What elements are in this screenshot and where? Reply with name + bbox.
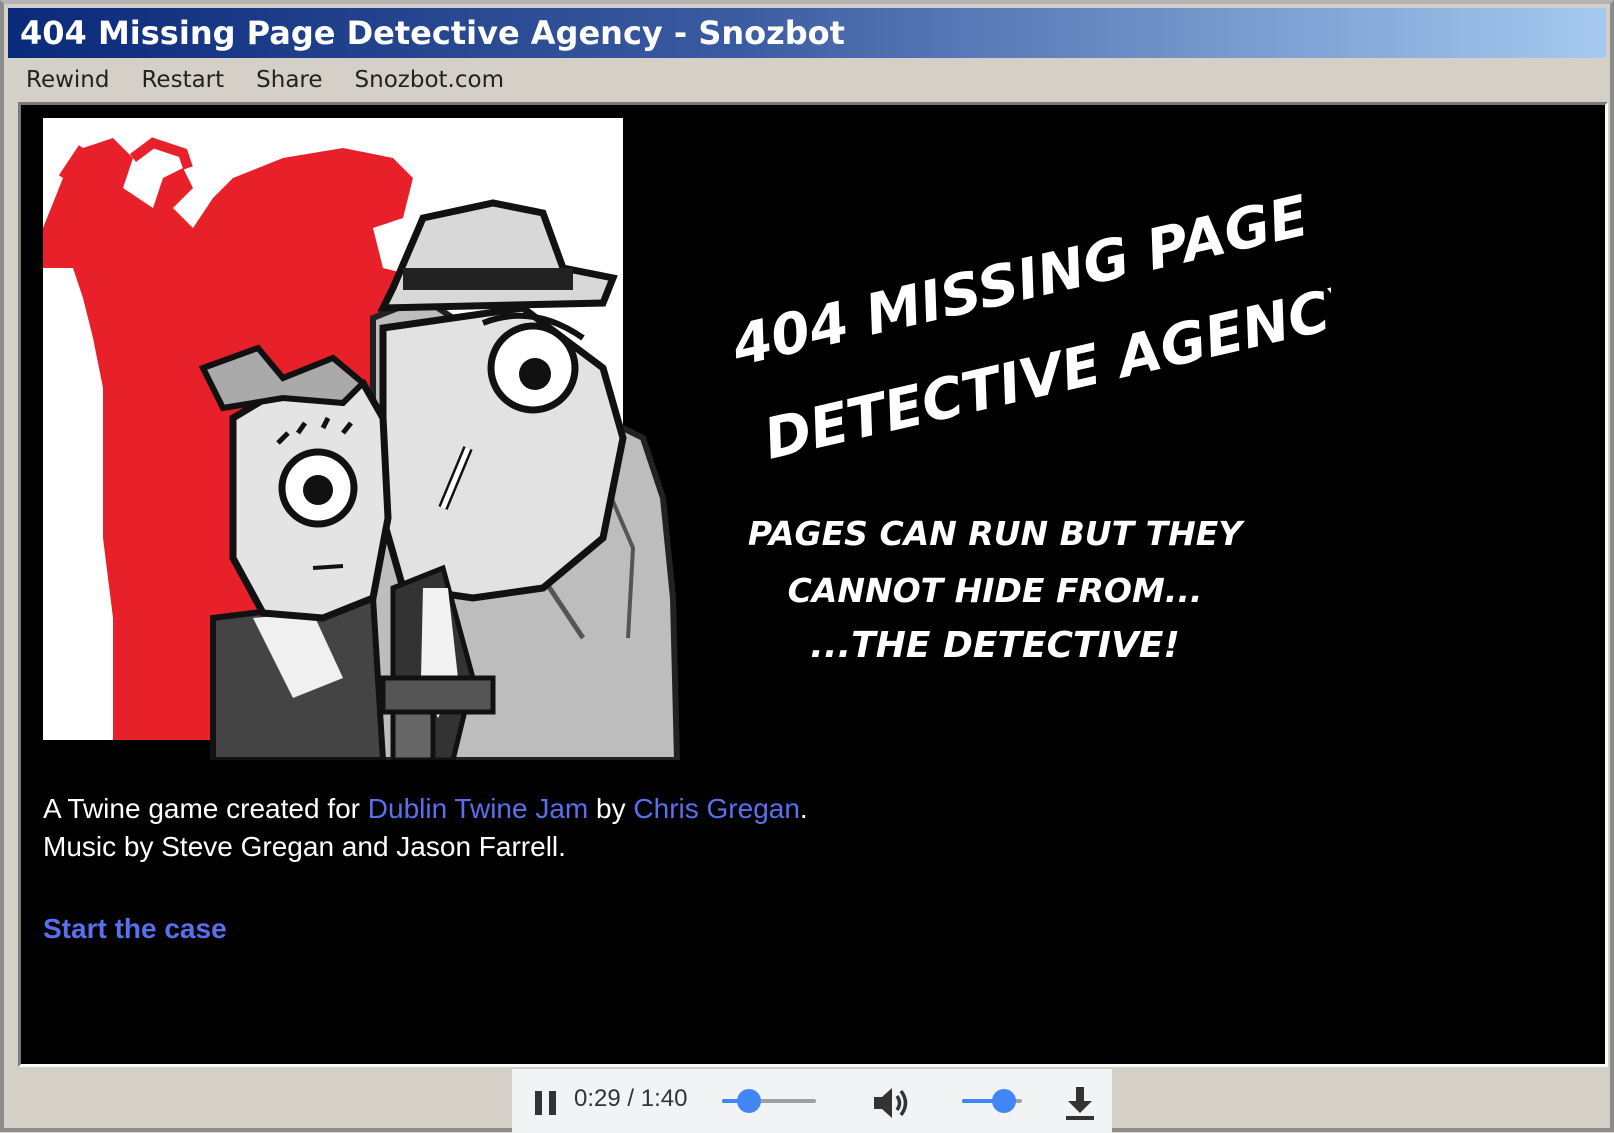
game-title-art: 404 MISSING PAGE DETECTIVE AGENCY! PAGES… [731, 184, 1331, 666]
credits-line-1: A Twine game created for Dublin Twine Ja… [43, 790, 808, 828]
menu-item-rewind[interactable]: Rewind [26, 67, 109, 93]
pause-icon[interactable] [532, 1089, 560, 1117]
progress-thumb[interactable] [737, 1089, 762, 1113]
chris-gregan-link[interactable]: Chris Gregan [633, 793, 800, 824]
menu-item-restart[interactable]: Restart [141, 67, 224, 93]
app-window: 404 Missing Page Detective Agency - Snoz… [0, 0, 1614, 1133]
menu-bar: Rewind Restart Share Snozbot.com [8, 60, 1606, 100]
credits-prefix: A Twine game created for [43, 793, 368, 824]
credits-mid: by [588, 793, 634, 824]
window-titlebar: 404 Missing Page Detective Agency - Snoz… [8, 8, 1606, 58]
menu-item-share[interactable]: Share [256, 67, 322, 93]
menu-item-snozbot-link[interactable]: Snozbot.com [355, 67, 504, 93]
tagline-line-1: PAGES CAN RUN BUT THEY [748, 514, 1245, 553]
credits-text: A Twine game created for Dublin Twine Ja… [43, 790, 808, 866]
detectives-illustration [43, 118, 681, 760]
credits-suffix: . [799, 793, 808, 824]
start-case-link[interactable]: Start the case [43, 913, 227, 945]
game-viewport: 404 MISSING PAGE DETECTIVE AGENCY! PAGES… [18, 102, 1608, 1067]
download-icon[interactable] [1064, 1085, 1096, 1121]
tagline-line-3: ...THE DETECTIVE! [810, 625, 1180, 666]
volume-thumb[interactable] [992, 1089, 1016, 1113]
dublin-twine-jam-link[interactable]: Dublin Twine Jam [368, 793, 588, 824]
volume-slider[interactable] [962, 1089, 1022, 1113]
tagline-line-2: CANNOT HIDE FROM... [788, 571, 1203, 610]
credits-line-2: Music by Steve Gregan and Jason Farrell. [43, 831, 566, 862]
time-display: 0:29 / 1:40 [574, 1085, 688, 1112]
window-title: 404 Missing Page Detective Agency - Snoz… [20, 14, 845, 52]
progress-slider[interactable] [722, 1089, 816, 1113]
volume-icon[interactable] [872, 1085, 910, 1121]
audio-player: 0:29 / 1:40 [512, 1069, 1112, 1133]
